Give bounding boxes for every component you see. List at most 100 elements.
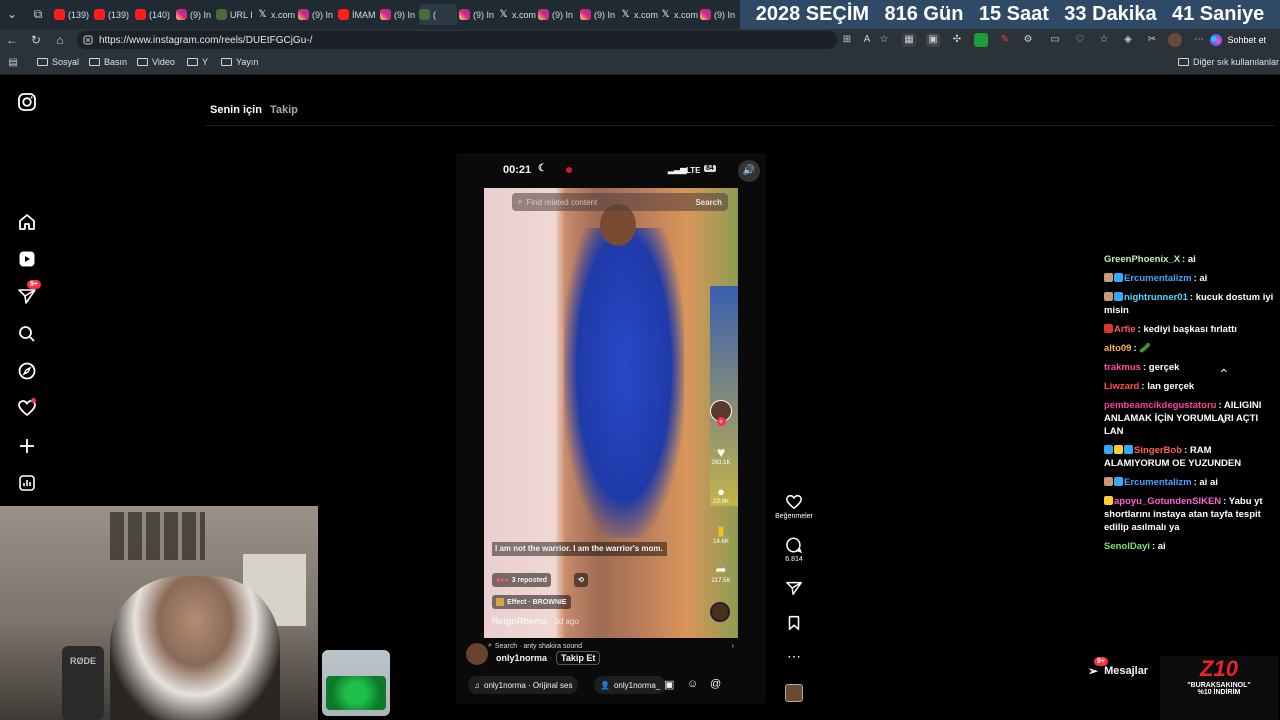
like-action[interactable]: Beğenmeler: [772, 493, 816, 520]
browser-tab[interactable]: (9) In: [580, 4, 618, 25]
sound-search-bar[interactable]: ⌕ Search · anty shakira sound ›: [488, 640, 734, 652]
notifications-nav-item[interactable]: [17, 398, 37, 418]
search-icon[interactable]: [17, 324, 37, 344]
comment-icon: [786, 537, 803, 554]
owner-avatar[interactable]: [466, 643, 488, 665]
election-countdown-banner: 2028 SEÇİM 816 Gün 15 Saat 33 Dakika 41 …: [740, 0, 1280, 29]
home-icon[interactable]: [17, 212, 37, 232]
mention-icon[interactable]: @: [710, 678, 721, 690]
create-plus-icon[interactable]: [17, 436, 37, 456]
reels-icon[interactable]: [17, 249, 37, 269]
comment-action[interactable]: 6.814: [772, 536, 816, 563]
bookmark-folder-sosyal[interactable]: Sosyal: [37, 57, 79, 67]
messages-pill[interactable]: ➢ 9+ Mesajlar: [1088, 657, 1148, 678]
bookmark-folder-yayin[interactable]: Yayın: [221, 57, 258, 67]
chat-badge-icon: [1104, 477, 1113, 486]
wall-photos: [110, 512, 205, 560]
screenshot-icon[interactable]: ✂: [1145, 33, 1159, 47]
app-available-icon[interactable]: ⊞: [840, 33, 854, 47]
extension-red-icon[interactable]: ✎: [998, 33, 1012, 47]
browser-tab[interactable]: (9) In: [700, 4, 738, 25]
browser-tab[interactable]: 𝕏x.com: [620, 4, 658, 25]
workspaces-icon[interactable]: ⧉: [30, 6, 46, 22]
search-button[interactable]: Search: [695, 198, 722, 207]
browser-tab[interactable]: 𝕏x.com: [257, 4, 295, 25]
tagged-user-label: only1norma_: [613, 680, 661, 690]
profile-avatar[interactable]: [1168, 33, 1182, 47]
dashboard-icon[interactable]: [17, 473, 37, 493]
browser-tab[interactable]: (139): [54, 4, 92, 25]
bookmark-folder-video[interactable]: Video: [137, 57, 175, 67]
audio-thumbnail[interactable]: [772, 684, 816, 702]
bookmark-folder-y[interactable]: Y: [187, 57, 208, 67]
split-screen-icon[interactable]: ▭: [1048, 33, 1062, 47]
copilot-icon: [1210, 34, 1223, 46]
copilot-chat-button[interactable]: Sohbet et: [1203, 32, 1272, 48]
refresh-icon[interactable]: ↻: [28, 32, 44, 48]
home-icon[interactable]: ⌂: [52, 32, 68, 48]
browser-tab[interactable]: (9) In: [538, 4, 576, 25]
owner-username[interactable]: only1norma: [496, 653, 547, 663]
extension-box-icon[interactable]: ▣: [926, 33, 940, 47]
back-chevron-icon[interactable]: ‹: [494, 197, 497, 208]
browser-tab[interactable]: (: [419, 4, 457, 25]
inner-shares-count: 217.5K: [711, 578, 731, 584]
site-info-icon[interactable]: [83, 35, 93, 45]
other-bookmarks[interactable]: Diğer sık kullanılanlar: [1178, 57, 1279, 67]
gallery-icon[interactable]: ▣: [664, 678, 674, 691]
reel-video-player[interactable]: 00:21 ☾ ▂▃▅ LTE 84 🔊 ‹ ⌕ Find related co…: [456, 153, 766, 704]
instagram-logo-icon[interactable]: [17, 92, 37, 112]
chat-text: lan gerçek: [1147, 381, 1195, 392]
audio-chip[interactable]: ♫ only1norma · Orijinal ses: [468, 676, 579, 694]
follow-button[interactable]: Takip Et: [556, 651, 601, 665]
favorite-star-icon[interactable]: ☆: [877, 33, 891, 47]
share-action[interactable]: [772, 579, 816, 599]
instagram-icon: [700, 9, 711, 20]
browser-tab[interactable]: İMAM: [338, 4, 376, 25]
back-icon[interactable]: ←: [4, 32, 20, 48]
search-icon: ⌕: [488, 642, 492, 649]
sidebar-toggle-icon[interactable]: ▤: [6, 56, 20, 70]
browser-essentials-icon[interactable]: ♡: [1073, 33, 1087, 47]
browser-tab[interactable]: (9) In: [459, 4, 497, 25]
url-field[interactable]: https://www.instagram.com/reels/DUEtFGCj…: [77, 31, 837, 49]
bookmark-folder-basin[interactable]: Basın: [89, 57, 127, 67]
save-action[interactable]: [772, 614, 816, 634]
messages-nav-item[interactable]: 9+: [17, 280, 41, 306]
find-related-search[interactable]: ‹ ⌕ Find related content Search: [494, 193, 728, 211]
chat-badge-icon: [1114, 292, 1123, 301]
browser-tab[interactable]: (140): [135, 4, 173, 25]
tagged-user-chip[interactable]: 👤 only1norma_: [594, 676, 667, 694]
read-aloud-icon[interactable]: A: [860, 33, 874, 47]
more-options-icon[interactable]: ⋯: [772, 648, 816, 665]
extensions-icon[interactable]: ⚙: [1021, 33, 1035, 47]
tab-list-chevron-icon[interactable]: ⌄: [4, 6, 20, 22]
favorites-icon[interactable]: ☆: [1097, 33, 1111, 47]
video-frame[interactable]: ‹ ⌕ Find related content Search + ♥ 263.1…: [484, 188, 738, 638]
x-icon: 𝕏: [499, 9, 508, 20]
collections-icon[interactable]: ◈: [1121, 33, 1135, 47]
browser-tab[interactable]: 𝕏x.com: [498, 4, 536, 25]
browser-tab[interactable]: (9) In: [176, 4, 214, 25]
extension-green-icon[interactable]: [974, 33, 988, 47]
browser-tab[interactable]: (139): [94, 4, 132, 25]
tab-for-you[interactable]: Senin için: [210, 104, 262, 116]
folder-icon: [221, 58, 232, 66]
extension-puzzle-icon[interactable]: ✣: [950, 33, 964, 47]
browser-tab[interactable]: URL I: [216, 4, 254, 25]
creator-avatar-follow[interactable]: +: [710, 400, 732, 426]
browser-tab[interactable]: (9) In: [380, 4, 418, 25]
explore-compass-icon[interactable]: [17, 361, 37, 381]
messages-badge: 9+: [1094, 657, 1108, 666]
inner-saves-count: 14.6K: [713, 539, 729, 545]
status-network: LTE: [686, 166, 701, 175]
emoji-icon[interactable]: ☺: [687, 678, 698, 690]
volume-button[interactable]: 🔊: [738, 160, 760, 182]
sponsor-logo: Z10: [1200, 656, 1238, 681]
extension-calendar-icon[interactable]: ▦: [902, 33, 916, 47]
browser-tab[interactable]: 𝕏x.com: [660, 4, 698, 25]
tab-following[interactable]: Takip: [270, 104, 298, 116]
chat-username: SenolDayi: [1104, 541, 1150, 552]
browser-tab[interactable]: (9) In: [298, 4, 336, 25]
instagram-icon: [459, 9, 470, 20]
